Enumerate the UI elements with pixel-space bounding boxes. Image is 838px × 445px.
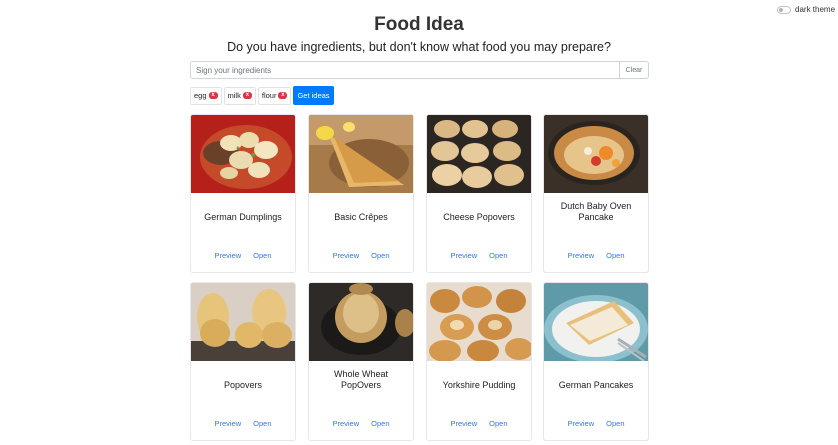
page-subtitle: Do you have ingredients, but don't know …	[227, 40, 611, 54]
recipe-title: Popovers	[223, 380, 263, 390]
ingredient-chip-egg: egg x	[190, 86, 222, 105]
open-link[interactable]: Open	[489, 419, 507, 428]
popovers-image[interactable]	[191, 283, 295, 361]
recipe-actions: Preview Open	[191, 419, 295, 428]
german-pancakes-image[interactable]	[544, 283, 648, 361]
recipe-card: Yorkshire Pudding Preview Open	[426, 282, 532, 441]
recipe-actions: Preview Open	[309, 419, 413, 428]
recipe-card: Popovers Preview Open	[190, 282, 296, 441]
open-link[interactable]: Open	[371, 251, 389, 260]
recipe-title: Dutch Baby Oven Pancake	[560, 201, 632, 222]
ingredient-search: Clear	[190, 61, 649, 79]
recipe-title: Cheese Popovers	[443, 212, 515, 222]
recipe-card: Whole Wheat PopOvers Preview Open	[308, 282, 414, 441]
yorkshire-pudding-image[interactable]	[427, 283, 531, 361]
toggle-switch-icon[interactable]	[777, 5, 791, 14]
recipe-card: Basic Crêpes Preview Open	[308, 114, 414, 273]
preview-link[interactable]: Preview	[214, 251, 241, 260]
remove-icon[interactable]: x	[278, 92, 288, 99]
remove-icon[interactable]: x	[208, 92, 218, 99]
recipe-title: German Dumplings	[204, 212, 282, 222]
dutch-baby-image[interactable]	[544, 115, 648, 193]
ingredient-chip-flour: flour x	[257, 86, 292, 105]
ingredient-chips: egg x milk x flour x Get ideas	[190, 86, 334, 105]
ingredient-input[interactable]	[190, 61, 620, 79]
dark-theme-label: dark theme	[795, 5, 836, 14]
preview-link[interactable]: Preview	[332, 419, 359, 428]
cheese-popovers-image[interactable]	[427, 115, 531, 193]
recipe-card: Dutch Baby Oven Pancake Preview Open	[543, 114, 649, 273]
recipe-title: Yorkshire Pudding	[442, 380, 516, 390]
recipe-card: Cheese Popovers Preview Open	[426, 114, 532, 273]
recipe-card: German Pancakes Preview Open	[543, 282, 649, 441]
recipe-title: Basic Crêpes	[334, 212, 388, 222]
open-link[interactable]: Open	[606, 419, 624, 428]
open-link[interactable]: Open	[253, 251, 271, 260]
dark-theme-toggle[interactable]: dark theme	[777, 5, 835, 14]
preview-link[interactable]: Preview	[450, 419, 477, 428]
recipe-actions: Preview Open	[427, 419, 531, 428]
preview-link[interactable]: Preview	[567, 251, 594, 260]
recipe-title: Whole Wheat PopOvers	[333, 369, 389, 390]
basic-crepes-image[interactable]	[309, 115, 413, 193]
open-link[interactable]: Open	[606, 251, 624, 260]
chip-label: flour	[261, 91, 277, 100]
preview-link[interactable]: Preview	[567, 419, 594, 428]
preview-link[interactable]: Preview	[214, 419, 241, 428]
preview-link[interactable]: Preview	[332, 251, 359, 260]
chip-label: milk	[227, 91, 241, 100]
german-dumplings-image[interactable]	[191, 115, 295, 193]
remove-icon[interactable]: x	[242, 92, 252, 99]
recipe-actions: Preview Open	[309, 251, 413, 260]
recipe-actions: Preview Open	[544, 251, 648, 260]
get-ideas-button[interactable]: Get ideas	[293, 86, 334, 105]
ingredient-chip-milk: milk x	[223, 86, 256, 105]
recipe-actions: Preview Open	[544, 419, 648, 428]
recipe-actions: Preview Open	[427, 251, 531, 260]
chip-label: egg	[194, 91, 207, 100]
open-link[interactable]: Open	[253, 419, 271, 428]
recipe-card: German Dumplings Preview Open	[190, 114, 296, 273]
clear-button[interactable]: Clear	[620, 61, 649, 79]
page-title: Food Idea	[374, 14, 464, 35]
open-link[interactable]: Open	[489, 251, 507, 260]
whole-wheat-popovers-image[interactable]	[309, 283, 413, 361]
open-link[interactable]: Open	[371, 419, 389, 428]
preview-link[interactable]: Preview	[450, 251, 477, 260]
recipe-title: German Pancakes	[558, 380, 634, 390]
recipe-actions: Preview Open	[191, 251, 295, 260]
